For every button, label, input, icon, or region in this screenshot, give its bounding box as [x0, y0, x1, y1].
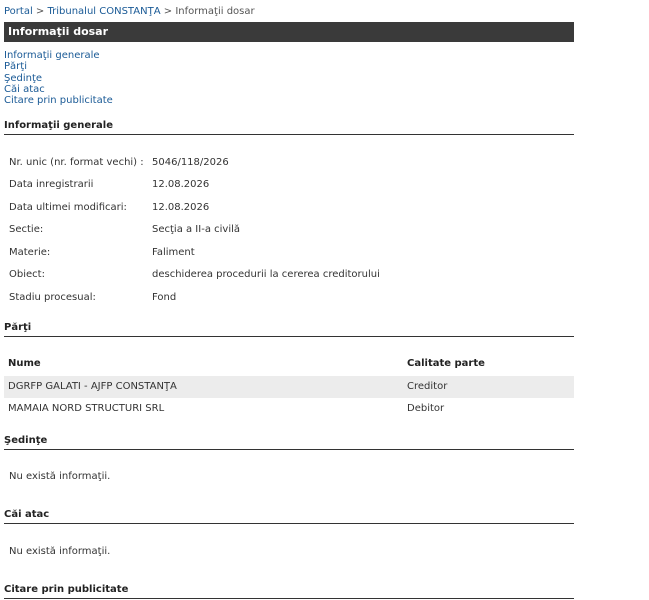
hearings-empty-message: Nu există informaţii.	[9, 471, 111, 482]
party-name: DGRFP GALATI - AJFP CONSTANŢA	[8, 381, 177, 392]
toc-link-general-info[interactable]: Informaţii generale	[4, 50, 113, 61]
info-value: Fond	[152, 292, 177, 303]
appeals-empty-message: Nu există informaţii.	[9, 546, 111, 557]
info-value: Faliment	[152, 247, 195, 258]
public-summons-heading: Citare prin publicitate	[4, 584, 574, 599]
breadcrumb-separator: >	[163, 6, 173, 17]
info-label: Nr. unic (nr. format vechi) :	[9, 157, 144, 168]
toc-link-appeals[interactable]: Căi atac	[4, 84, 113, 95]
breadcrumb-portal-link[interactable]: Portal	[4, 6, 33, 17]
column-header-role: Calitate parte	[407, 358, 485, 369]
section-navigation: Informaţii generale Părţi Şedinţe Căi at…	[4, 50, 113, 106]
info-label: Materie:	[9, 247, 51, 258]
column-header-name: Nume	[8, 358, 41, 369]
party-role: Debitor	[407, 403, 445, 414]
table-row: DGRFP GALATI - AJFP CONSTANŢA Creditor	[4, 376, 574, 398]
info-value: Secţia a II-a civilă	[152, 224, 241, 235]
appeals-heading: Căi atac	[4, 509, 574, 524]
party-name: MAMAIA NORD STRUCTURI SRL	[8, 403, 165, 414]
info-label: Stadiu procesual:	[9, 292, 96, 303]
info-value: deschiderea procedurii la cererea credit…	[152, 269, 380, 280]
breadcrumb-court-link[interactable]: Tribunalul CONSTANŢA	[48, 6, 161, 17]
info-value: 12.08.2026	[152, 202, 210, 213]
hearings-heading: Şedinţe	[4, 435, 574, 450]
toc-link-public-summons[interactable]: Citare prin publicitate	[4, 95, 113, 106]
table-row: MAMAIA NORD STRUCTURI SRL Debitor	[4, 398, 574, 420]
party-role: Creditor	[407, 381, 448, 392]
general-info-heading: Informaţii generale	[4, 120, 574, 135]
info-value: 5046/118/2026	[152, 157, 229, 168]
parties-heading: Părţi	[4, 322, 574, 337]
toc-link-hearings[interactable]: Şedinţe	[4, 73, 113, 84]
page-title: Informaţii dosar	[4, 22, 574, 42]
info-label: Sectie:	[9, 224, 44, 235]
info-value: 12.08.2026	[152, 179, 210, 190]
breadcrumb-current: Informaţii dosar	[175, 6, 255, 17]
info-label: Obiect:	[9, 269, 45, 280]
info-label: Data ultimei modificari:	[9, 202, 127, 213]
toc-link-parties[interactable]: Părţi	[4, 61, 113, 72]
breadcrumb-separator: >	[35, 6, 45, 17]
info-label: Data inregistrarii	[9, 179, 94, 190]
breadcrumb: Portal > Tribunalul CONSTANŢA > Informaţ…	[4, 6, 255, 17]
